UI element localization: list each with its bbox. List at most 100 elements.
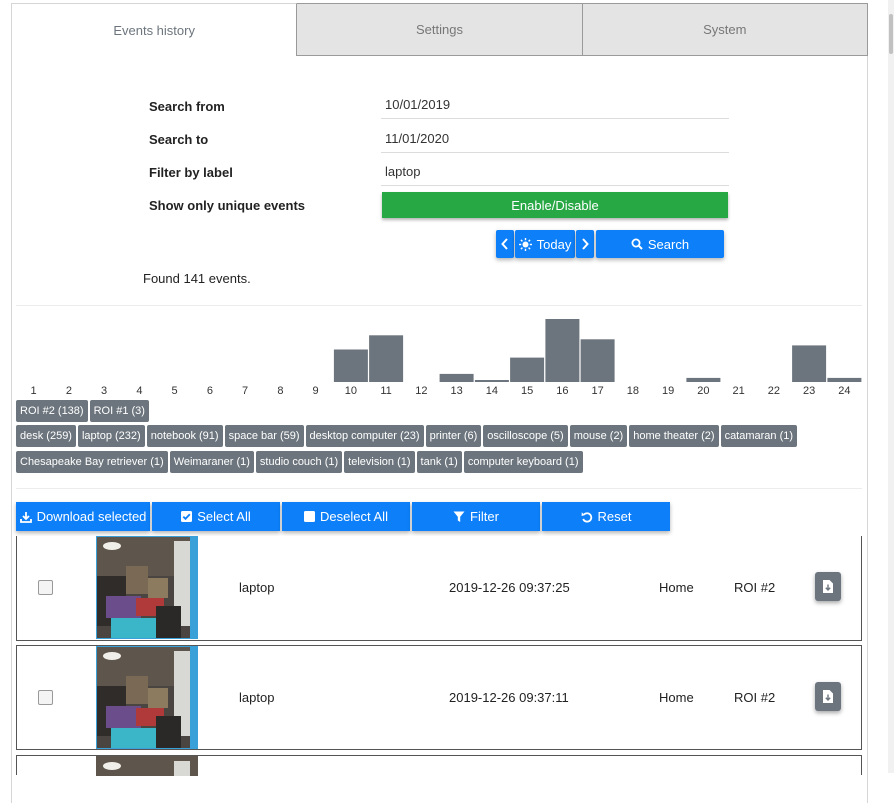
download-event-button[interactable]: [815, 572, 841, 601]
tab-settings[interactable]: Settings: [297, 3, 583, 56]
histogram-hour-label: 19: [662, 385, 674, 397]
histogram-hour-label: 13: [450, 385, 462, 397]
download-selected-button[interactable]: Download selected: [16, 502, 150, 531]
download-icon: [19, 511, 32, 523]
histogram-hour-label: 22: [768, 385, 780, 397]
search-to-label: Search to: [149, 132, 209, 147]
deselect-all-button[interactable]: Deselect All: [282, 502, 410, 531]
unique-events-label: Show only unique events: [149, 198, 306, 213]
roi-filter-badge[interactable]: ROI #1 (3): [89, 400, 149, 422]
deselect-all-label: Deselect All: [320, 509, 388, 524]
event-row: laptop 2019-12-26 09:37:25 Home ROI #2: [16, 536, 862, 641]
search-button[interactable]: Search: [596, 230, 724, 258]
tab-events-history[interactable]: Events history: [11, 3, 298, 56]
label-filter-badge[interactable]: desktop computer (23): [305, 425, 424, 447]
label-filter-badge[interactable]: Chesapeake Bay retriever (1): [16, 451, 168, 473]
event-select-checkbox[interactable]: [38, 580, 53, 595]
filter-by-label-input[interactable]: [381, 158, 729, 186]
checkbox-checked-icon: [181, 511, 193, 522]
event-roi: ROI #2: [734, 690, 776, 705]
histogram-hour-label: 2: [66, 385, 72, 397]
scrollbar-thumb[interactable]: [889, 14, 893, 54]
histogram-hour-label: 16: [556, 385, 568, 397]
filter-by-label-label: Filter by label: [149, 165, 233, 180]
select-all-button[interactable]: Select All: [152, 502, 280, 531]
tab-system[interactable]: System: [582, 3, 868, 56]
tab-bar: Events history Settings System: [11, 3, 868, 56]
histogram-hour-label: 10: [345, 385, 357, 397]
search-label: Search: [647, 236, 690, 252]
histogram-hour-label: 6: [207, 385, 213, 397]
event-select-checkbox[interactable]: [38, 690, 53, 705]
room-snapshot-image: [96, 756, 198, 776]
unique-events-toggle-button[interactable]: Enable/Disable: [382, 192, 728, 218]
download-event-button[interactable]: [815, 682, 841, 711]
room-snapshot-image: [96, 536, 198, 639]
event-thumbnail[interactable]: [96, 756, 198, 776]
histogram-hour-label: 3: [101, 385, 107, 397]
histogram-bar[interactable]: [792, 345, 827, 382]
sun-icon: [518, 237, 532, 251]
event-label: laptop: [239, 690, 275, 705]
event-roi: ROI #2: [734, 580, 776, 595]
filter-button[interactable]: Filter: [412, 502, 540, 531]
next-day-button[interactable]: [576, 230, 594, 258]
label-filter-badge[interactable]: desk (259): [16, 425, 76, 447]
histogram-bar[interactable]: [439, 373, 474, 382]
today-button[interactable]: Today: [515, 230, 575, 258]
histogram-hour-label: 11: [380, 385, 391, 397]
hourly-histogram: 1 2 3 4 5 6 7 8 9 10 11 12 13 14 15 16 17 18 19 20 21 22 23 24: [31, 319, 862, 397]
histogram-hour-label: 12: [415, 385, 427, 397]
histogram-hour-label: 8: [277, 385, 283, 397]
histogram-bar[interactable]: [333, 349, 368, 383]
histogram-hour-label: 21: [732, 385, 744, 397]
histogram-bar[interactable]: [474, 380, 509, 382]
label-filter-badge[interactable]: space bar (59): [224, 425, 304, 447]
histogram-hour-label: 7: [242, 385, 248, 397]
histogram-hour-label: 15: [521, 385, 533, 397]
histogram-bar[interactable]: [545, 319, 580, 382]
histogram-bar[interactable]: [369, 335, 404, 382]
event-thumbnail[interactable]: [96, 646, 198, 749]
filter-icon: [453, 511, 465, 522]
checkbox-empty-icon: [304, 511, 316, 522]
label-filter-badge[interactable]: Weimaraner (1): [169, 451, 254, 473]
label-filter-badge[interactable]: catamaran (1): [720, 425, 798, 447]
search-to-input[interactable]: [381, 125, 729, 153]
event-thumbnail[interactable]: [96, 536, 198, 639]
label-filter-badge[interactable]: mouse (2): [569, 425, 628, 447]
label-filter-badge[interactable]: television (1): [344, 451, 415, 473]
event-camera: Home: [659, 580, 694, 595]
histogram-hour-label: 4: [136, 385, 142, 397]
divider: [16, 305, 862, 306]
label-filter-badge[interactable]: home theater (2): [629, 425, 719, 447]
scrollbar[interactable]: [888, 0, 894, 773]
histogram-bar[interactable]: [510, 357, 545, 382]
histogram-bar[interactable]: [827, 377, 862, 382]
histogram-bar[interactable]: [580, 339, 615, 382]
chevron-right-icon: [582, 238, 589, 250]
roi-badges: ROI #2 (138) ROI #1 (3): [16, 400, 862, 422]
label-filter-badge[interactable]: tank (1): [416, 451, 462, 473]
event-timestamp: 2019-12-26 09:37:11: [449, 690, 569, 705]
event-timestamp: 2019-12-26 09:37:25: [449, 580, 570, 595]
label-badges-row-2: Chesapeake Bay retriever (1) Weimaraner (…: [16, 451, 862, 473]
file-download-icon: [823, 580, 833, 593]
chevron-left-icon: [501, 238, 508, 250]
event-label: laptop: [239, 580, 275, 595]
histogram-bar[interactable]: [686, 377, 721, 382]
label-filter-badge[interactable]: laptop (232): [77, 425, 145, 447]
label-filter-badge[interactable]: studio couch (1): [255, 451, 343, 473]
roi-filter-badge[interactable]: ROI #2 (138): [16, 400, 88, 422]
reset-button[interactable]: Reset: [542, 502, 670, 531]
label-filter-badge[interactable]: computer keyboard (1): [463, 451, 583, 473]
label-filter-badge[interactable]: notebook (91): [146, 425, 223, 447]
previous-day-button[interactable]: [496, 230, 514, 258]
results-count: Found 141 events.: [143, 271, 251, 286]
download-selected-label: Download selected: [36, 509, 147, 524]
label-badges-row-1: desk (259) laptop (232) notebook (91) space…: [16, 425, 862, 447]
divider: [16, 488, 862, 489]
label-filter-badge[interactable]: oscilloscope (5): [483, 425, 568, 447]
search-from-input[interactable]: [381, 91, 729, 119]
label-filter-badge[interactable]: printer (6): [425, 425, 482, 447]
